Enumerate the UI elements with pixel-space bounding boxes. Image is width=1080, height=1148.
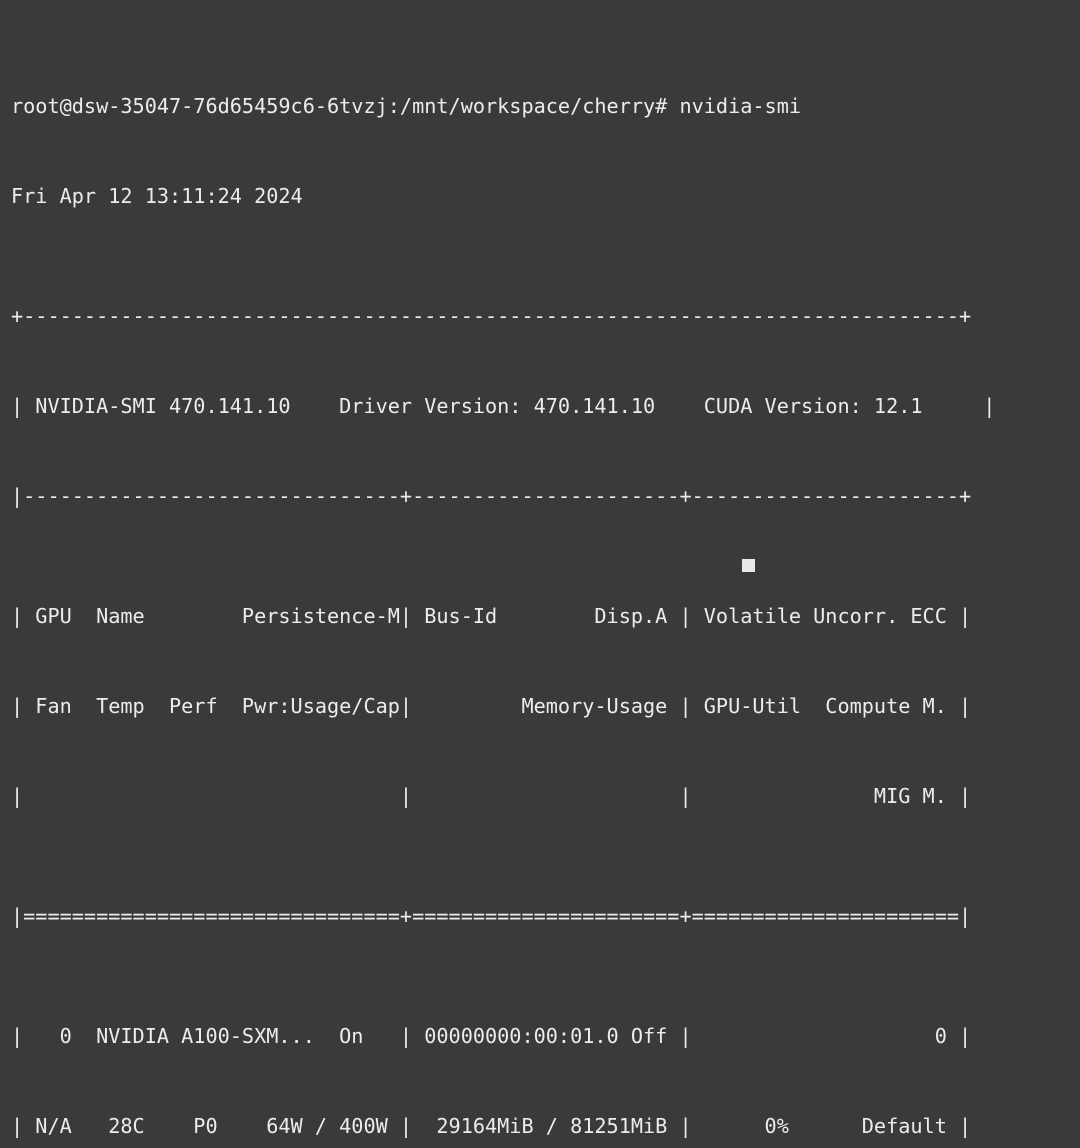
gpu-row-0-line-2: | N/A 28C P0 64W / 400W | 29164MiB / 812… xyxy=(11,1114,972,1138)
gpu-table-header-row-3: | | | MIG M. | xyxy=(11,784,972,808)
gpu-table-thin-border: |-------------------------------+-------… xyxy=(11,484,972,508)
smi-header-line: | NVIDIA-SMI 470.141.10 Driver Version: … xyxy=(11,391,995,421)
gpu-table-header-row-1: | GPU Name Persistence-M| Bus-Id Disp.A … xyxy=(11,604,972,628)
prompt-line: root@dsw-35047-76d65459c6-6tvzj:/mnt/wor… xyxy=(11,94,802,118)
gpu-table-double-border: |===============================+=======… xyxy=(11,904,972,928)
timestamp-line: Fri Apr 12 13:11:24 2024 xyxy=(11,184,303,208)
smi-header-text: | NVIDIA-SMI 470.141.10 Driver Version: … xyxy=(11,394,996,418)
terminal-cursor xyxy=(742,559,755,572)
terminal-window[interactable]: root@dsw-35047-76d65459c6-6tvzj:/mnt/wor… xyxy=(0,0,1080,1138)
terminal-screen: root@dsw-35047-76d65459c6-6tvzj:/mnt/wor… xyxy=(11,1,995,1148)
gpu-row-0-line-1: | 0 NVIDIA A100-SXM... On | 00000000:00:… xyxy=(11,1024,972,1048)
gpu-table-header-row-2: | Fan Temp Perf Pwr:Usage/Cap| Memory-Us… xyxy=(11,694,972,718)
gpu-table-top-border: +---------------------------------------… xyxy=(11,304,972,328)
